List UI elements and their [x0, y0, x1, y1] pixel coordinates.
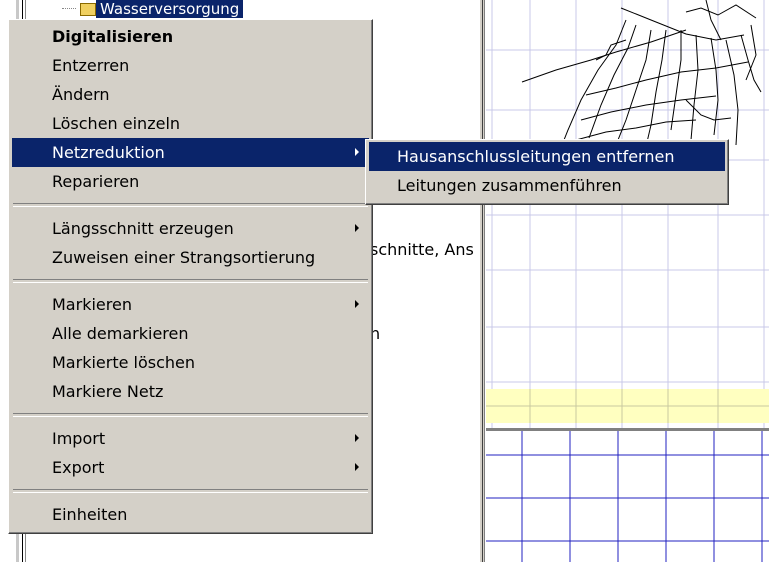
menu-item-label: Einheiten: [52, 505, 128, 524]
menu-separator: [13, 413, 368, 417]
submenu-arrow-icon: [355, 148, 359, 156]
menu-item-import[interactable]: Import: [12, 424, 369, 453]
menu-item-markieren[interactable]: Markieren: [12, 290, 369, 319]
menu-item-export[interactable]: Export: [12, 453, 369, 482]
map-canvas: [486, 0, 769, 428]
submenu-arrow-icon: [355, 300, 359, 308]
menu-item-netzreduktion[interactable]: Netzreduktion: [12, 138, 369, 167]
menu-item-label: Markieren: [52, 295, 132, 314]
menu-item-label: Netzreduktion: [52, 143, 165, 162]
menu-item-laengsschnitt-erzeugen[interactable]: Längsschnitt erzeugen: [12, 214, 369, 243]
map-view-bottom[interactable]: [486, 428, 769, 562]
menu-item-label: Leitungen zusammenführen: [397, 176, 622, 195]
menu-item-markierte-loeschen[interactable]: Markierte löschen: [12, 348, 369, 377]
menu-item-reparieren[interactable]: Reparieren: [12, 167, 369, 196]
menu-item-label: Längsschnitt erzeugen: [52, 219, 234, 238]
menu-item-strangsortierung[interactable]: Zuweisen einer Strangsortierung: [12, 243, 369, 272]
menu-item-alle-demarkieren[interactable]: Alle demarkieren: [12, 319, 369, 348]
folder-icon: [80, 3, 96, 16]
menu-item-label: Markierte löschen: [52, 353, 196, 372]
netzreduktion-submenu: Hausanschlussleitungen entfernen Leitung…: [365, 139, 729, 205]
submenu-item-leitungen-zusammenfuehren[interactable]: Leitungen zusammenführen: [369, 171, 725, 200]
background-text: schnitte, Ans: [370, 240, 474, 259]
menu-item-label: Hausanschlussleitungen entfernen: [397, 147, 675, 166]
menu-item-label: Digitalisieren: [52, 27, 174, 46]
menu-item-markiere-netz[interactable]: Markiere Netz: [12, 377, 369, 406]
menu-item-label: Markiere Netz: [52, 382, 164, 401]
menu-item-label: Ändern: [52, 85, 110, 104]
submenu-arrow-icon: [355, 224, 359, 232]
menu-separator: [13, 203, 368, 207]
pane-splitter[interactable]: [479, 0, 485, 562]
menu-item-einheiten[interactable]: Einheiten: [12, 500, 369, 529]
menu-separator: [13, 279, 368, 283]
map-canvas-bottom: [486, 431, 769, 562]
map-view-top[interactable]: [486, 0, 769, 428]
menu-item-label: Löschen einzeln: [52, 114, 181, 133]
menu-separator: [13, 489, 368, 493]
menu-item-label: Import: [52, 429, 106, 448]
menu-item-label: Reparieren: [52, 172, 140, 191]
tree-node-selected[interactable]: Wasserversorgung: [96, 0, 244, 18]
submenu-item-hausanschlussleitungen-entfernen[interactable]: Hausanschlussleitungen entfernen: [369, 142, 725, 171]
menu-item-aendern[interactable]: Ändern: [12, 80, 369, 109]
menu-item-label: Zuweisen einer Strangsortierung: [52, 248, 316, 267]
menu-item-entzerren[interactable]: Entzerren: [12, 51, 369, 80]
menu-item-digitalisieren[interactable]: Digitalisieren: [12, 22, 369, 51]
context-menu: Digitalisieren Entzerren Ändern Löschen …: [8, 19, 373, 534]
menu-item-loeschen-einzeln[interactable]: Löschen einzeln: [12, 109, 369, 138]
tree-connector: [62, 8, 76, 9]
menu-item-label: Entzerren: [52, 56, 130, 75]
menu-item-label: Export: [52, 458, 105, 477]
menu-item-label: Alle demarkieren: [52, 324, 189, 343]
submenu-arrow-icon: [355, 434, 359, 442]
submenu-arrow-icon: [355, 463, 359, 471]
network-lines: [521, 0, 762, 161]
